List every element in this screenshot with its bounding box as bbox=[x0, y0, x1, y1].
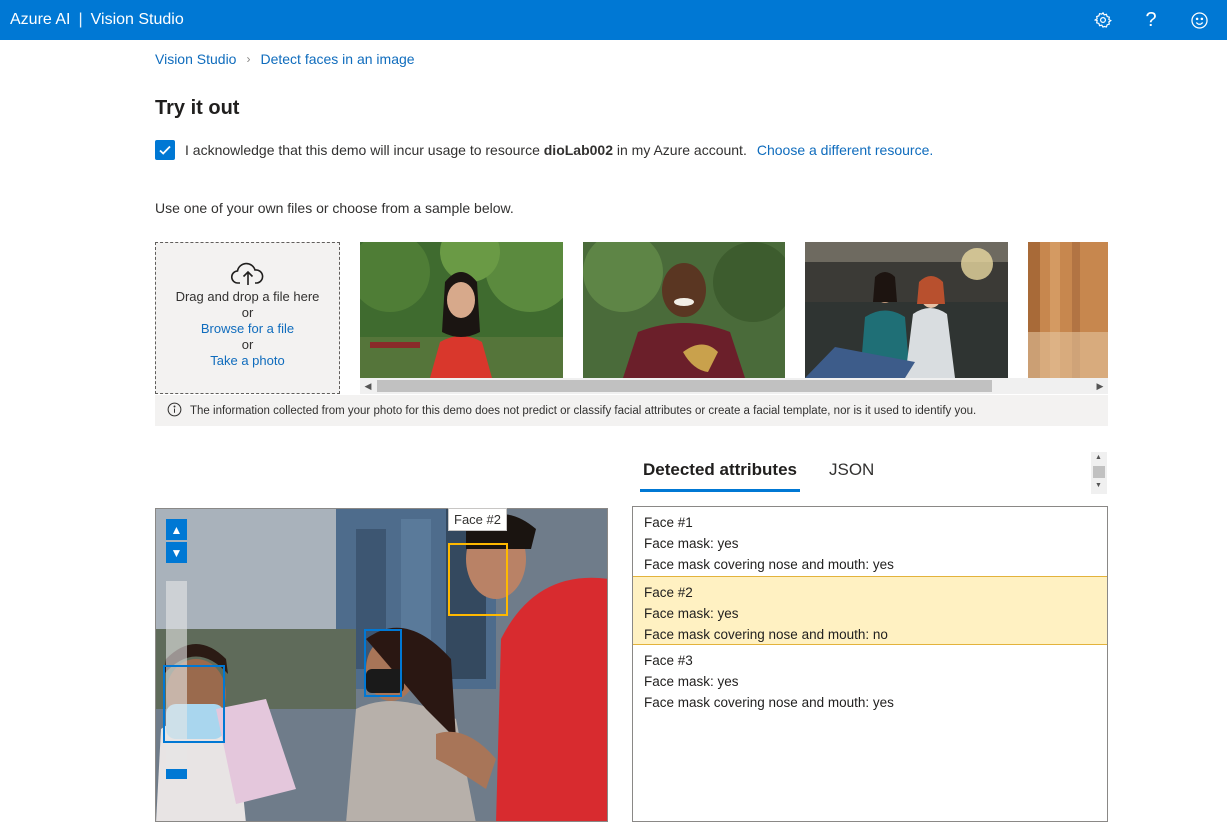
scrollbar-thumb[interactable] bbox=[1093, 466, 1105, 478]
scroll-left-icon[interactable]: ◀ bbox=[360, 378, 376, 394]
face-mask-covering-value: Face mask covering nose and mouth: yes bbox=[644, 695, 894, 710]
brand-name: Azure AI bbox=[10, 11, 71, 28]
zoom-out-button[interactable]: ▼ bbox=[166, 542, 187, 563]
acknowledge-row: I acknowledge that this demo will incur … bbox=[155, 140, 933, 160]
face-mask-value: Face mask: yes bbox=[644, 674, 739, 689]
drag-drop-text: Drag and drop a file here bbox=[175, 289, 320, 304]
choose-resource-link[interactable]: Choose a different resource. bbox=[757, 142, 933, 158]
breadcrumb-detect-faces[interactable]: Detect faces in an image bbox=[260, 51, 414, 67]
or-text: or bbox=[241, 337, 254, 352]
top-bar: Azure AI | Vision Studio ? bbox=[0, 0, 1227, 40]
breadcrumb-vision-studio[interactable]: Vision Studio bbox=[155, 51, 236, 67]
tabs-scrollbar[interactable]: ▲ ▼ bbox=[1091, 452, 1107, 494]
brand-separator: | bbox=[78, 11, 83, 28]
sample-image-3[interactable] bbox=[805, 242, 1008, 378]
face-mask-value: Face mask: yes bbox=[644, 606, 739, 621]
face-result-3[interactable]: Face #3 Face mask: yes Face mask coverin… bbox=[633, 645, 1107, 714]
zoom-in-button[interactable]: ▲ bbox=[166, 519, 187, 540]
sample-image-2[interactable] bbox=[583, 242, 785, 378]
result-tabs: Detected attributes JSON bbox=[640, 456, 877, 492]
face-result-1[interactable]: Face #1 Face mask: yes Face mask coverin… bbox=[633, 507, 1107, 576]
page-title: Try it out bbox=[155, 97, 240, 119]
face-title: Face #1 bbox=[644, 515, 693, 530]
face-result-2[interactable]: Face #2 Face mask: yes Face mask coverin… bbox=[633, 576, 1107, 645]
brand[interactable]: Azure AI | Vision Studio bbox=[10, 11, 184, 29]
face-box-2[interactable] bbox=[448, 543, 508, 616]
upload-dropzone[interactable]: Drag and drop a file here or Browse for … bbox=[155, 242, 340, 394]
face-box-1[interactable] bbox=[163, 665, 225, 743]
sample-image-4[interactable] bbox=[1028, 242, 1108, 378]
face-mask-covering-value: Face mask covering nose and mouth: no bbox=[644, 627, 888, 642]
scroll-down-icon[interactable]: ▼ bbox=[1095, 482, 1102, 489]
face-title: Face #3 bbox=[644, 653, 693, 668]
info-icon bbox=[167, 402, 182, 420]
or-text: or bbox=[241, 305, 254, 320]
detected-attributes-list: Face #1 Face mask: yes Face mask coverin… bbox=[632, 506, 1108, 822]
face-mask-value: Face mask: yes bbox=[644, 536, 739, 551]
chevron-right-icon: › bbox=[246, 52, 251, 66]
face-title: Face #2 bbox=[644, 585, 693, 600]
scrollbar-thumb[interactable] bbox=[377, 380, 992, 392]
privacy-notice: The information collected from your phot… bbox=[155, 395, 1108, 426]
settings-icon[interactable] bbox=[1093, 10, 1113, 30]
sample-image-1[interactable] bbox=[360, 242, 563, 378]
cloud-upload-icon bbox=[156, 261, 339, 289]
scroll-right-icon[interactable]: ▶ bbox=[1092, 378, 1108, 394]
help-icon[interactable]: ? bbox=[1141, 9, 1161, 31]
acknowledge-text: I acknowledge that this demo will incur … bbox=[185, 142, 747, 158]
face-tooltip: Face #2 bbox=[448, 508, 507, 531]
face-mask-covering-value: Face mask covering nose and mouth: yes bbox=[644, 557, 894, 572]
zoom-slider-handle[interactable] bbox=[166, 769, 187, 779]
face-box-3[interactable] bbox=[364, 629, 402, 697]
acknowledge-checkbox[interactable] bbox=[155, 140, 175, 160]
tab-detected-attributes[interactable]: Detected attributes bbox=[640, 456, 800, 492]
gallery-scrollbar[interactable]: ◀ ▶ bbox=[360, 378, 1108, 394]
scroll-up-icon[interactable]: ▲ bbox=[1095, 454, 1102, 461]
checkmark-icon bbox=[159, 145, 171, 155]
product-name: Vision Studio bbox=[90, 11, 184, 28]
analyzed-image-panel: ▲ ▼ bbox=[155, 508, 608, 822]
notice-text: The information collected from your phot… bbox=[190, 404, 977, 417]
resource-name: dioLab002 bbox=[543, 142, 613, 158]
breadcrumb: Vision Studio › Detect faces in an image bbox=[155, 51, 415, 67]
tab-json[interactable]: JSON bbox=[826, 456, 877, 492]
sample-gallery: Drag and drop a file here or Browse for … bbox=[155, 242, 1108, 394]
take-photo-link[interactable]: Take a photo bbox=[156, 353, 339, 369]
sample-thumbnails bbox=[360, 242, 1108, 378]
browse-file-link[interactable]: Browse for a file bbox=[156, 321, 339, 337]
feedback-icon[interactable] bbox=[1189, 10, 1209, 30]
instructions: Use one of your own files or choose from… bbox=[155, 200, 514, 216]
